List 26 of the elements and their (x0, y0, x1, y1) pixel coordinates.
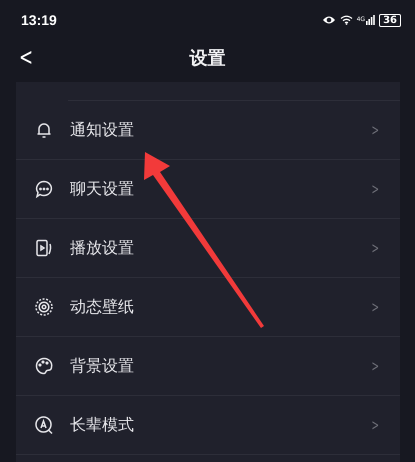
chat-bubble-icon (34, 179, 54, 199)
phone-play-icon (34, 238, 54, 258)
signal-icon (366, 15, 376, 25)
settings-label: 聊天设置 (70, 178, 135, 200)
palette-icon (34, 356, 54, 376)
status-time: 13:19 (21, 12, 57, 28)
settings-label: 动态壁纸 (70, 296, 135, 318)
chevron-icon: > (372, 298, 380, 316)
eye-icon (322, 15, 336, 25)
page-title: 设置 (190, 47, 226, 70)
settings-label: 播放设置 (70, 238, 135, 258)
settings-label: 通知设置 (70, 120, 135, 140)
wifi-icon (340, 15, 353, 25)
settings-item[interactable]: 背景设置 > (16, 337, 400, 396)
settings-label: 背景设置 (70, 356, 135, 376)
chevron-icon: > (372, 121, 380, 139)
battery-indicator: 36 (379, 14, 401, 26)
back-button[interactable]: < (14, 42, 38, 72)
chevron-icon: > (372, 239, 380, 257)
dotted-ring-icon (34, 297, 54, 317)
settings-item[interactable]: 长辈模式 > (16, 396, 400, 455)
magnifier-letter-icon (34, 415, 54, 435)
chevron-icon: > (372, 416, 380, 434)
chevron-icon: > (372, 357, 380, 375)
settings-label: 长辈模式 (70, 414, 135, 436)
chevron-icon: > (372, 180, 380, 198)
